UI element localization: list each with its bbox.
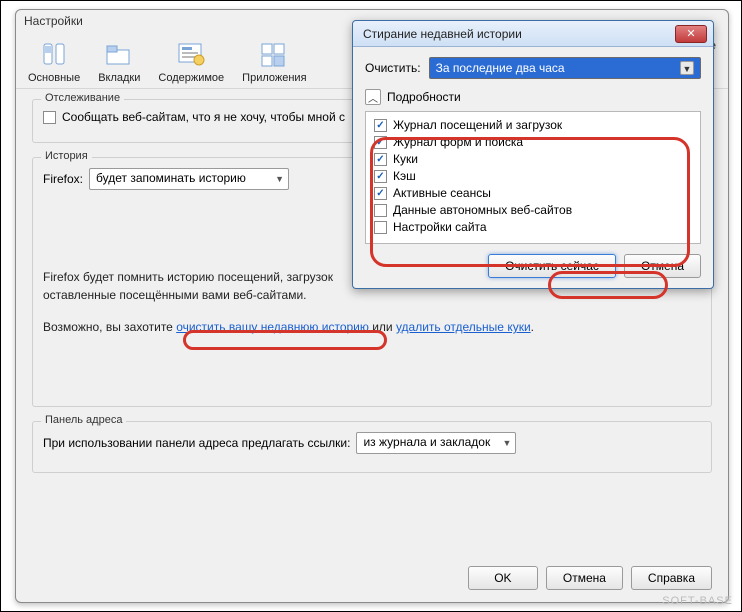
details-list: Журнал посещений и загрузок Журнал форм … [365, 111, 701, 244]
do-not-track-checkbox[interactable] [43, 111, 56, 124]
clear-label: Очистить: [365, 61, 421, 75]
firefox-label: Firefox: [43, 172, 83, 186]
tracking-legend: Отслеживание [41, 92, 124, 104]
chevron-down-icon: ▼ [503, 438, 512, 448]
chk-forms[interactable] [374, 136, 387, 149]
toolbar-label: Приложения [242, 72, 306, 84]
chk-cache[interactable] [374, 170, 387, 183]
addressbar-legend: Панель адреса [41, 414, 126, 426]
addressbar-combo[interactable]: из журнала и закладок ▼ [356, 432, 516, 454]
history-legend: История [41, 150, 92, 162]
toolbar-content[interactable]: Содержимое [158, 40, 224, 84]
chk-label: Настройки сайта [393, 220, 487, 234]
apps-icon [258, 40, 290, 68]
dialog-titlebar: Стирание недавней истории ✕ [353, 21, 713, 47]
addressbar-group: Панель адреса При использовании панели а… [32, 421, 712, 473]
watermark: SOFT-BASE [662, 595, 733, 607]
chk-label: Данные автономных веб-сайтов [393, 203, 572, 217]
details-label: Подробности [387, 90, 461, 104]
chk-sessions[interactable] [374, 187, 387, 200]
close-button[interactable]: ✕ [675, 25, 707, 43]
toolbar-apps[interactable]: Приложения [242, 40, 306, 84]
clear-history-dialog: Стирание недавней истории ✕ Очистить: За… [352, 20, 714, 289]
details-toggle[interactable]: ︿ [365, 89, 381, 105]
content-icon [175, 40, 207, 68]
footer-buttons: OK Отмена Справка [468, 566, 712, 590]
chk-label: Кэш [393, 169, 416, 183]
history-mode-value: будет запоминать историю [96, 171, 246, 185]
chk-label: Активные сеансы [393, 186, 491, 200]
do-not-track-label: Сообщать веб-сайтам, что я не хочу, чтоб… [62, 110, 345, 124]
help-button[interactable]: Справка [631, 566, 712, 590]
toolbar-general[interactable]: Основные [28, 40, 80, 84]
chk-label: Куки [393, 152, 418, 166]
switch-icon [38, 40, 70, 68]
dialog-title-text: Стирание недавней истории [363, 27, 522, 41]
dialog-cancel-button[interactable]: Отмена [624, 254, 701, 278]
delete-cookies-link[interactable]: удалить отдельные куки [396, 320, 531, 334]
cancel-button[interactable]: Отмена [546, 566, 623, 590]
chk-browsing[interactable] [374, 119, 387, 132]
toolbar-tabs[interactable]: Вкладки [98, 40, 140, 84]
toolbar-label: Содержимое [158, 72, 224, 84]
chk-label: Журнал форм и поиска [393, 135, 523, 149]
time-range-value: За последние два часа [436, 61, 565, 75]
chk-cookies[interactable] [374, 153, 387, 166]
ok-button[interactable]: OK [468, 566, 538, 590]
chevron-down-icon: ▼ [680, 61, 694, 75]
toolbar-label: Вкладки [98, 72, 140, 84]
chk-offline[interactable] [374, 204, 387, 217]
chk-label: Журнал посещений и загрузок [393, 118, 562, 132]
chk-siteprefs[interactable] [374, 221, 387, 234]
toolbar-label: Основные [28, 72, 80, 84]
time-range-combo[interactable]: За последние два часа ▼ [429, 57, 701, 79]
chevron-down-icon: ▼ [275, 174, 284, 184]
clear-history-link[interactable]: очистить вашу недавнюю историю [176, 320, 369, 334]
tabs-icon [103, 40, 135, 68]
addressbar-value: из журнала и закладок [363, 435, 490, 449]
addressbar-label: При использовании панели адреса предлага… [43, 436, 350, 450]
window-title-text: Настройки [24, 14, 83, 28]
history-links-line: Возможно, вы захотите очистить вашу неда… [43, 318, 701, 336]
clear-now-button[interactable]: Очистить сейчас [488, 254, 616, 278]
history-mode-combo[interactable]: будет запоминать историю ▼ [89, 168, 289, 190]
